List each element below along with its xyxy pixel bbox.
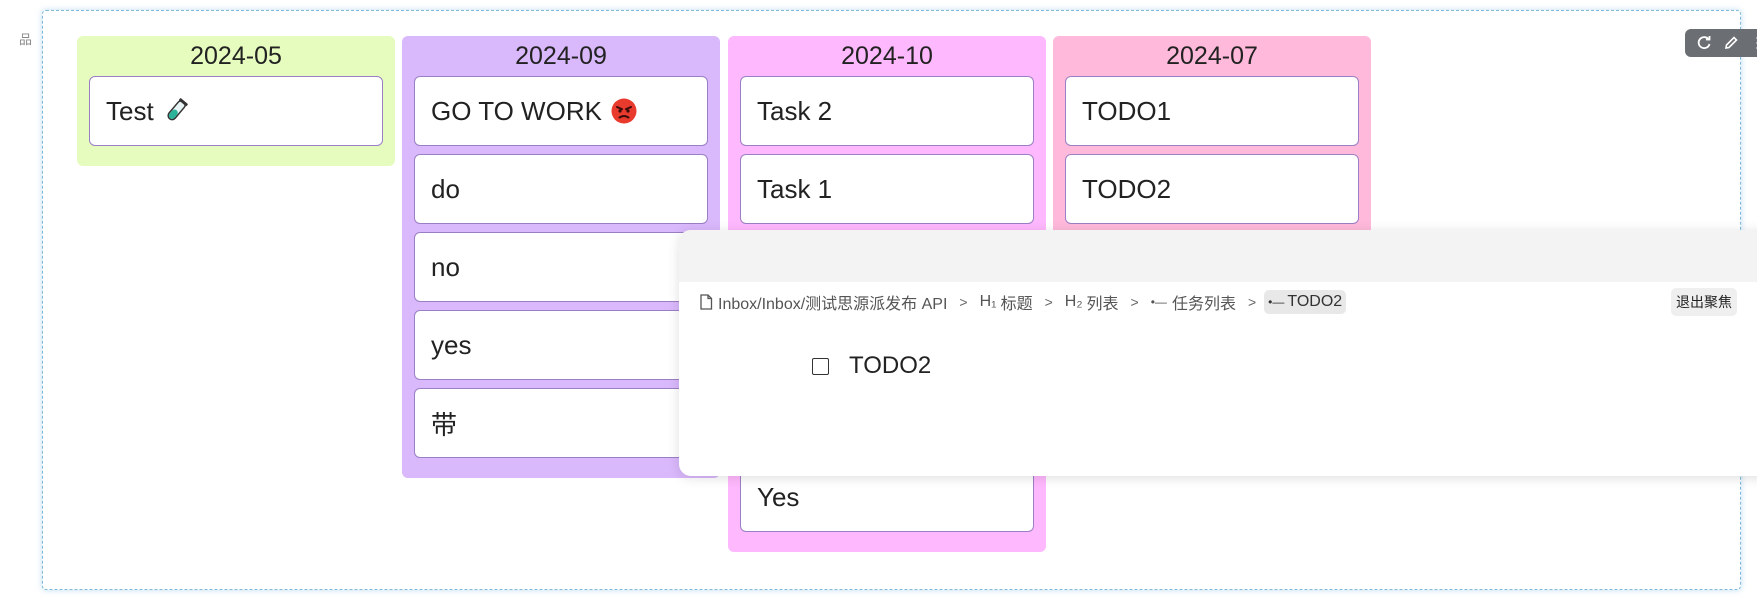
chevron-right-icon: >	[1247, 294, 1257, 310]
block-focus-panel: Inbox/Inbox/测试思源派发布 API > H₁ 标题 > H₂ 列表 …	[679, 230, 1757, 476]
block-type-icon[interactable]: 品	[19, 29, 37, 48]
kanban-card[interactable]: yes	[414, 310, 708, 380]
kanban-card[interactable]: Task 2	[740, 76, 1034, 146]
more-vertical-icon[interactable]	[1747, 32, 1757, 54]
breadcrumb-item-heading1[interactable]: H₁ 标题	[976, 287, 1037, 317]
breadcrumb-label: Inbox/Inbox/测试思源派发布 API	[718, 296, 948, 313]
kanban-card[interactable]: Task 1	[740, 154, 1034, 224]
column-title: 2024-07	[1166, 42, 1258, 70]
kanban-card[interactable]: do	[414, 154, 708, 224]
card-label: 带	[431, 409, 458, 440]
column-title: 2024-09	[515, 42, 607, 70]
kanban-column: 2024-05 Test	[77, 36, 395, 166]
breadcrumb-item-current[interactable]: •— TODO2	[1264, 290, 1347, 314]
edit-icon[interactable]	[1720, 32, 1742, 54]
breadcrumb-label: 列表	[1086, 296, 1119, 313]
breadcrumb-label: TODO2	[1287, 293, 1343, 310]
task-label[interactable]: TODO2	[849, 352, 931, 380]
task-item: TODO2	[812, 352, 931, 380]
kanban-card[interactable]: TODO1	[1065, 76, 1359, 146]
breadcrumb: Inbox/Inbox/测试思源派发布 API > H₁ 标题 > H₂ 列表 …	[695, 287, 1347, 317]
breadcrumb-label: 任务列表	[1171, 296, 1236, 313]
task-checkbox[interactable]	[812, 357, 829, 375]
chevron-right-icon: >	[1044, 294, 1053, 310]
breadcrumb-item-list[interactable]: •— 任务列表	[1147, 287, 1240, 317]
card-label: Yes	[757, 481, 800, 512]
chevron-right-icon: >	[959, 294, 968, 310]
kanban-card[interactable]: TODO2	[1065, 154, 1359, 224]
column-title: 2024-10	[841, 42, 933, 70]
card-label: yes	[431, 329, 472, 360]
list-item-icon: •—	[1268, 295, 1285, 309]
angry-face-icon	[610, 97, 638, 125]
card-label: Test	[106, 95, 154, 126]
kanban-column: 2024-09 GO TO WORK do no yes 带	[402, 36, 720, 478]
kanban-card[interactable]: 带	[414, 388, 708, 458]
kanban-card[interactable]: Test	[89, 76, 383, 146]
block-toolbar	[1685, 29, 1757, 57]
test-tube-icon	[162, 97, 190, 125]
card-label: TODO1	[1082, 95, 1172, 126]
card-label: Task 1	[757, 173, 833, 204]
card-label: Task 2	[757, 95, 833, 126]
heading1-icon: H₁	[979, 293, 997, 310]
breadcrumb-item-document[interactable]: Inbox/Inbox/测试思源派发布 API	[695, 287, 951, 317]
kanban-card[interactable]: GO TO WORK	[414, 76, 708, 146]
card-label: do	[431, 173, 460, 204]
list-icon: •—	[1150, 295, 1167, 309]
card-label: GO TO WORK	[431, 95, 602, 126]
panel-header	[679, 230, 1757, 282]
heading2-icon: H₂	[1064, 293, 1083, 310]
breadcrumb-item-heading2[interactable]: H₂ 列表	[1061, 287, 1123, 317]
chevron-right-icon: >	[1130, 294, 1139, 310]
exit-focus-button[interactable]: 退出聚焦	[1671, 288, 1737, 316]
column-title: 2024-05	[190, 42, 282, 70]
kanban-card[interactable]: no	[414, 232, 708, 302]
breadcrumb-label: 标题	[1000, 296, 1033, 313]
kanban-column: 2024-07 TODO1 TODO2	[1053, 36, 1371, 236]
card-label: TODO2	[1082, 173, 1172, 204]
card-label: no	[431, 251, 460, 282]
document-icon	[700, 294, 713, 310]
refresh-icon[interactable]	[1693, 32, 1715, 54]
